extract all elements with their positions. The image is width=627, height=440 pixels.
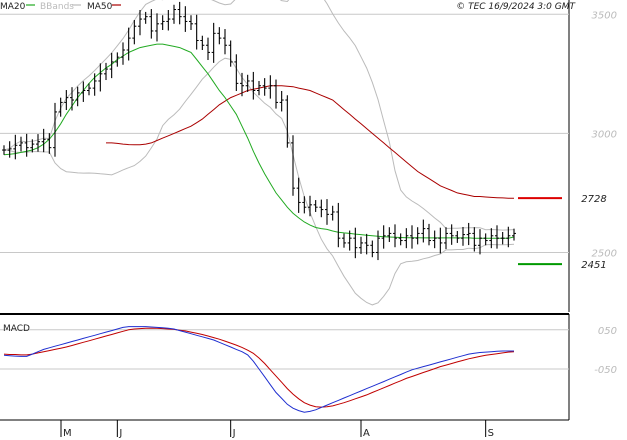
y-tick-labels: 2500 3000 3500 050 -050 (592, 10, 617, 376)
legend-ma20-label: MA20 (0, 2, 26, 12)
ohlc-bar (353, 227, 358, 259)
ohlc-bar (336, 202, 341, 248)
x-tick-label: M (63, 428, 72, 439)
ohlc-bar (217, 27, 222, 45)
legend: MA20 BBands MA50 (0, 2, 121, 12)
ohlc-bar (41, 128, 46, 153)
ohlc-bar (19, 136, 23, 152)
ohlc-bar (313, 200, 318, 212)
macd-panel-title: MACD (3, 324, 30, 334)
ohlc-bar (98, 63, 103, 92)
level-marker-label: 2728 (581, 194, 606, 205)
price-y-tick-label: 2500 (592, 248, 617, 259)
ohlc-bar (472, 227, 477, 252)
ohlc-bar (449, 224, 454, 245)
ohlc-bar (415, 227, 420, 245)
ohlc-bar (279, 90, 284, 112)
macd-y-tick-label: -050 (594, 365, 617, 376)
bollinger-bands (3, 0, 515, 306)
ohlc-bar (483, 233, 488, 246)
ohlc-bar (455, 231, 460, 243)
x-tick-label: A (363, 428, 370, 439)
copyright-timestamp: © TEC 16/9/2024 3:0 GMT (456, 2, 576, 12)
ohlc-bar (274, 79, 278, 109)
ohlc-bar (149, 9, 154, 39)
ohlc-bar (104, 62, 108, 81)
ohlc-bar (36, 134, 40, 152)
ohlc-bar (410, 225, 414, 249)
ohlc-bar (376, 230, 380, 261)
ohlc-bar (194, 14, 199, 50)
ohlc-bar (200, 35, 205, 51)
ohlc-bar (342, 233, 346, 248)
ohlc-bar (13, 134, 18, 160)
ohlc-bar (500, 231, 505, 245)
ohlc-bar (234, 54, 239, 91)
ohlc-bar (285, 95, 290, 148)
ohlc-bar (461, 226, 465, 246)
price-y-tick-label: 3500 (592, 10, 617, 21)
x-tick-label: J (232, 428, 236, 439)
ohlc-bar (421, 219, 426, 243)
level-marker-label: 2451 (581, 260, 606, 271)
ohlc-bar (432, 230, 437, 249)
ohlc-bar (47, 133, 52, 154)
ohlc-bar (466, 222, 471, 246)
ohlc-bar (58, 97, 63, 117)
macd-gridlines (0, 329, 569, 370)
macd-signal-line (3, 327, 515, 408)
ohlc-bar (183, 6, 188, 32)
x-tick-labels: MJJAS (60, 420, 494, 439)
ohlc-bar (427, 223, 431, 246)
ohlc-bar (398, 233, 403, 246)
ma50-line (106, 85, 514, 199)
ohlc-bar (24, 133, 29, 157)
macd-y-tick-label: 050 (598, 326, 617, 337)
ohlc-bar (166, 10, 171, 31)
legend-ma50-label: MA50 (87, 2, 113, 12)
ohlc-bar (302, 196, 307, 214)
ohlc-bar (364, 233, 369, 255)
ohlc-bar (330, 205, 335, 221)
x-tick-label: S (488, 428, 494, 439)
ohlc-bar (268, 75, 273, 99)
price-gridlines (0, 13, 569, 253)
ohlc-bar (370, 240, 375, 258)
stock-chart: 2728 2451 2500 3000 3500 050 -050 M J J A S MA20 … (0, 0, 617, 439)
ohlc-bar (2, 145, 6, 155)
ohlc-bar (359, 236, 363, 254)
ohlc-bar (121, 42, 125, 65)
ohlc-bar (7, 141, 12, 158)
ohlc-bar (251, 71, 256, 100)
ohlc-bar (206, 37, 210, 61)
moving-averages (3, 43, 515, 239)
ohlc-bar (189, 15, 193, 31)
ohlc-bar (160, 15, 165, 31)
level-markers: 2728 2451 (518, 194, 607, 271)
ohlc-bar (393, 224, 397, 248)
x-tick-label: J (118, 428, 122, 439)
ohlc-bar (387, 227, 392, 242)
ohlc-bar (291, 135, 295, 196)
ohlc-bar (115, 52, 120, 67)
ohlc-bar (143, 11, 148, 24)
ma20-line (3, 43, 515, 239)
bband-upper-line (3, 0, 515, 231)
ohlc-bar (325, 199, 329, 225)
ohlc-bar (308, 195, 312, 217)
ohlc-bar (228, 40, 233, 67)
ohlc-bar (512, 228, 516, 241)
ohlc-bar (478, 229, 482, 255)
ohlc-bar (177, 1, 182, 25)
legend-bbands-label: BBands (40, 2, 74, 12)
ohlc-bar (211, 22, 216, 63)
ohlc-bar (223, 29, 227, 55)
ohlc-bar (438, 227, 443, 254)
ohlc-bar (319, 199, 324, 218)
ohlc-bar (155, 13, 159, 42)
price-y-tick-label: 3000 (592, 129, 617, 140)
